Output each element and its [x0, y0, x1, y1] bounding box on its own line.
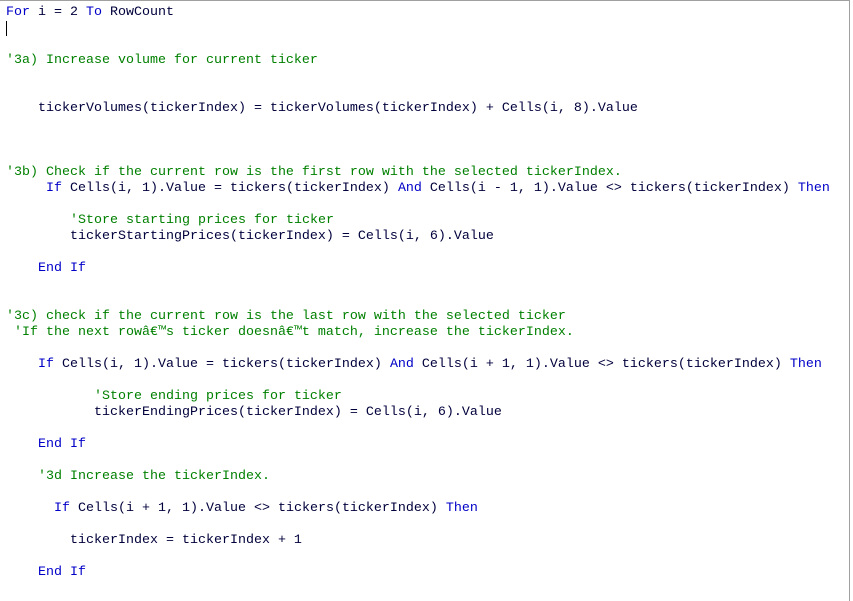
comment-token: 'If the next rowâ€™s ticker doesnâ€™t ma… — [14, 325, 574, 340]
comment-token: '3d Increase the tickerIndex. — [38, 469, 270, 484]
code-line[interactable]: 'If the next rowâ€™s ticker doesnâ€™t ma… — [6, 325, 830, 341]
keyword-token: For — [6, 5, 30, 20]
comment-token: '3c) check if the current row is the las… — [6, 309, 566, 324]
keyword-token: End If — [38, 437, 86, 452]
code-line[interactable] — [6, 149, 830, 165]
code-line[interactable]: If Cells(i, 1).Value = tickers(tickerInd… — [6, 357, 830, 373]
code-token: Cells(i - 1, 1).Value <> tickers(tickerI… — [421, 181, 798, 196]
keyword-token: End If — [38, 261, 86, 276]
code-line[interactable] — [6, 293, 830, 309]
code-token: i = 2 — [30, 5, 86, 20]
code-token: tickerVolumes(tickerIndex) = tickerVolum… — [6, 101, 638, 116]
code-line[interactable]: If Cells(i + 1, 1).Value <> tickers(tick… — [6, 501, 830, 517]
code-line[interactable] — [6, 69, 830, 85]
code-line[interactable] — [6, 277, 830, 293]
code-line[interactable]: For i = 2 To RowCount — [6, 5, 830, 21]
code-token: Cells(i + 1, 1).Value <> tickers(tickerI… — [70, 501, 446, 516]
code-line[interactable] — [6, 133, 830, 149]
code-line[interactable] — [6, 21, 830, 37]
code-token: Cells(i, 1).Value = tickers(tickerIndex) — [54, 357, 390, 372]
code-token: Cells(i + 1, 1).Value <> tickers(tickerI… — [413, 357, 790, 372]
code-line[interactable]: tickerVolumes(tickerIndex) = tickerVolum… — [6, 101, 830, 117]
code-line[interactable]: End If — [6, 261, 830, 277]
keyword-token: And — [397, 181, 422, 196]
code-line[interactable]: '3c) check if the current row is the las… — [6, 309, 830, 325]
comment-token: '3b) Check if the current row is the fir… — [6, 165, 622, 180]
code-line[interactable]: If Cells(i, 1).Value = tickers(tickerInd… — [6, 181, 830, 197]
code-line[interactable] — [6, 197, 830, 213]
code-line[interactable]: End If — [6, 565, 830, 581]
code-line[interactable] — [6, 117, 830, 133]
code-line[interactable]: '3a) Increase volume for current ticker — [6, 53, 830, 69]
keyword-token: If — [38, 357, 54, 372]
code-line[interactable]: tickerIndex = tickerIndex + 1 — [6, 533, 830, 549]
code-line[interactable]: tickerEndingPrices(tickerIndex) = Cells(… — [6, 405, 830, 421]
code-line[interactable] — [6, 245, 830, 261]
code-line[interactable]: tickerStartingPrices(tickerIndex) = Cell… — [6, 229, 830, 245]
code-line[interactable]: End If — [6, 437, 830, 453]
comment-token: '3a) Increase volume for current ticker — [6, 53, 318, 68]
code-token: RowCount — [102, 5, 174, 20]
code-line[interactable] — [6, 421, 830, 437]
keyword-token: Then — [445, 501, 478, 516]
code-line[interactable] — [6, 373, 830, 389]
keyword-token: If — [54, 501, 70, 516]
code-token: tickerStartingPrices(tickerIndex) = Cell… — [6, 229, 494, 244]
code-line[interactable] — [6, 453, 830, 469]
code-line[interactable] — [6, 341, 830, 357]
code-line[interactable]: 'Store starting prices for ticker — [6, 213, 830, 229]
keyword-token: Then — [789, 357, 822, 372]
code-line[interactable] — [6, 85, 830, 101]
keyword-token: And — [389, 357, 414, 372]
keyword-token: Then — [797, 181, 830, 196]
keyword-token: End If — [38, 565, 86, 580]
code-line[interactable]: 'Store ending prices for ticker — [6, 389, 830, 405]
code-token: tickerIndex = tickerIndex + 1 — [6, 533, 302, 548]
code-line[interactable]: '3b) Check if the current row is the fir… — [6, 165, 830, 181]
keyword-token: To — [86, 5, 102, 20]
code-token: Cells(i, 1).Value = tickers(tickerIndex) — [62, 181, 398, 196]
text-cursor — [6, 21, 7, 36]
code-editor[interactable]: For i = 2 To RowCount '3a) Increase volum… — [0, 0, 850, 601]
comment-token: 'Store starting prices for ticker — [70, 213, 334, 228]
code-line[interactable] — [6, 517, 830, 533]
code-line[interactable]: '3d Increase the tickerIndex. — [6, 469, 830, 485]
code-line[interactable] — [6, 549, 830, 565]
code-line[interactable] — [6, 37, 830, 53]
comment-token: 'Store ending prices for ticker — [93, 389, 342, 404]
code-token: tickerEndingPrices(tickerIndex) = Cells(… — [6, 405, 502, 420]
code-line[interactable] — [6, 485, 830, 501]
keyword-token: If — [46, 181, 62, 196]
code-text[interactable]: For i = 2 To RowCount '3a) Increase volum… — [6, 5, 830, 581]
